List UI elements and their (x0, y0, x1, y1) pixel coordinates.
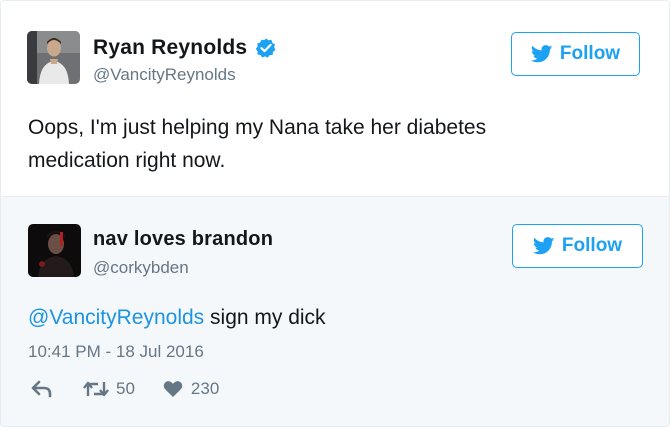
main-tweet: Ryan Reynolds @VancityReynolds Follow Oo… (1, 1, 669, 197)
reply-text-body: sign my dick (204, 306, 326, 329)
follow-button-label: Follow (561, 235, 623, 256)
tweet-timestamp[interactable]: 10:41 PM - 18 Jul 2016 (28, 342, 204, 362)
like-action[interactable]: 230 (163, 379, 219, 399)
nav-avatar[interactable] (28, 224, 81, 277)
main-tweet-text: Oops, I'm just helping my Nana take her … (28, 116, 487, 172)
nav-display-name[interactable]: nav loves brandon (93, 228, 273, 251)
reply-follow-button[interactable]: Follow (512, 224, 643, 268)
mention-link[interactable]: @VancityReynolds (28, 306, 204, 329)
ryan-display-name[interactable]: Ryan Reynolds (93, 36, 247, 60)
ryan-avatar[interactable] (27, 31, 80, 84)
reply-tweet: nav loves brandon @corkybden Follow @Van… (1, 197, 669, 426)
nav-name-row: nav loves brandon (93, 228, 273, 251)
heart-icon (163, 381, 183, 397)
follow-button-label: Follow (559, 43, 621, 64)
embedded-tweet-card: Ryan Reynolds @VancityReynolds Follow Oo… (0, 0, 670, 427)
nav-handle[interactable]: @corkybden (93, 258, 189, 278)
verified-badge-icon (256, 38, 276, 58)
reply-action[interactable] (31, 380, 53, 398)
reply-icon (31, 380, 52, 398)
retweet-count: 50 (116, 379, 135, 398)
twitter-bird-icon (532, 237, 555, 255)
ryan-handle[interactable]: @VancityReynolds (93, 65, 236, 85)
tweet-actions: 50 230 (31, 379, 219, 399)
twitter-bird-icon (530, 45, 553, 63)
like-count: 230 (190, 379, 220, 398)
ryan-name-row: Ryan Reynolds (93, 36, 277, 60)
retweet-icon (83, 381, 109, 397)
follow-button[interactable]: Follow (511, 32, 640, 76)
retweet-action[interactable]: 50 (83, 379, 135, 399)
reply-tweet-text: @VancityReynolds sign my dick (28, 301, 628, 334)
